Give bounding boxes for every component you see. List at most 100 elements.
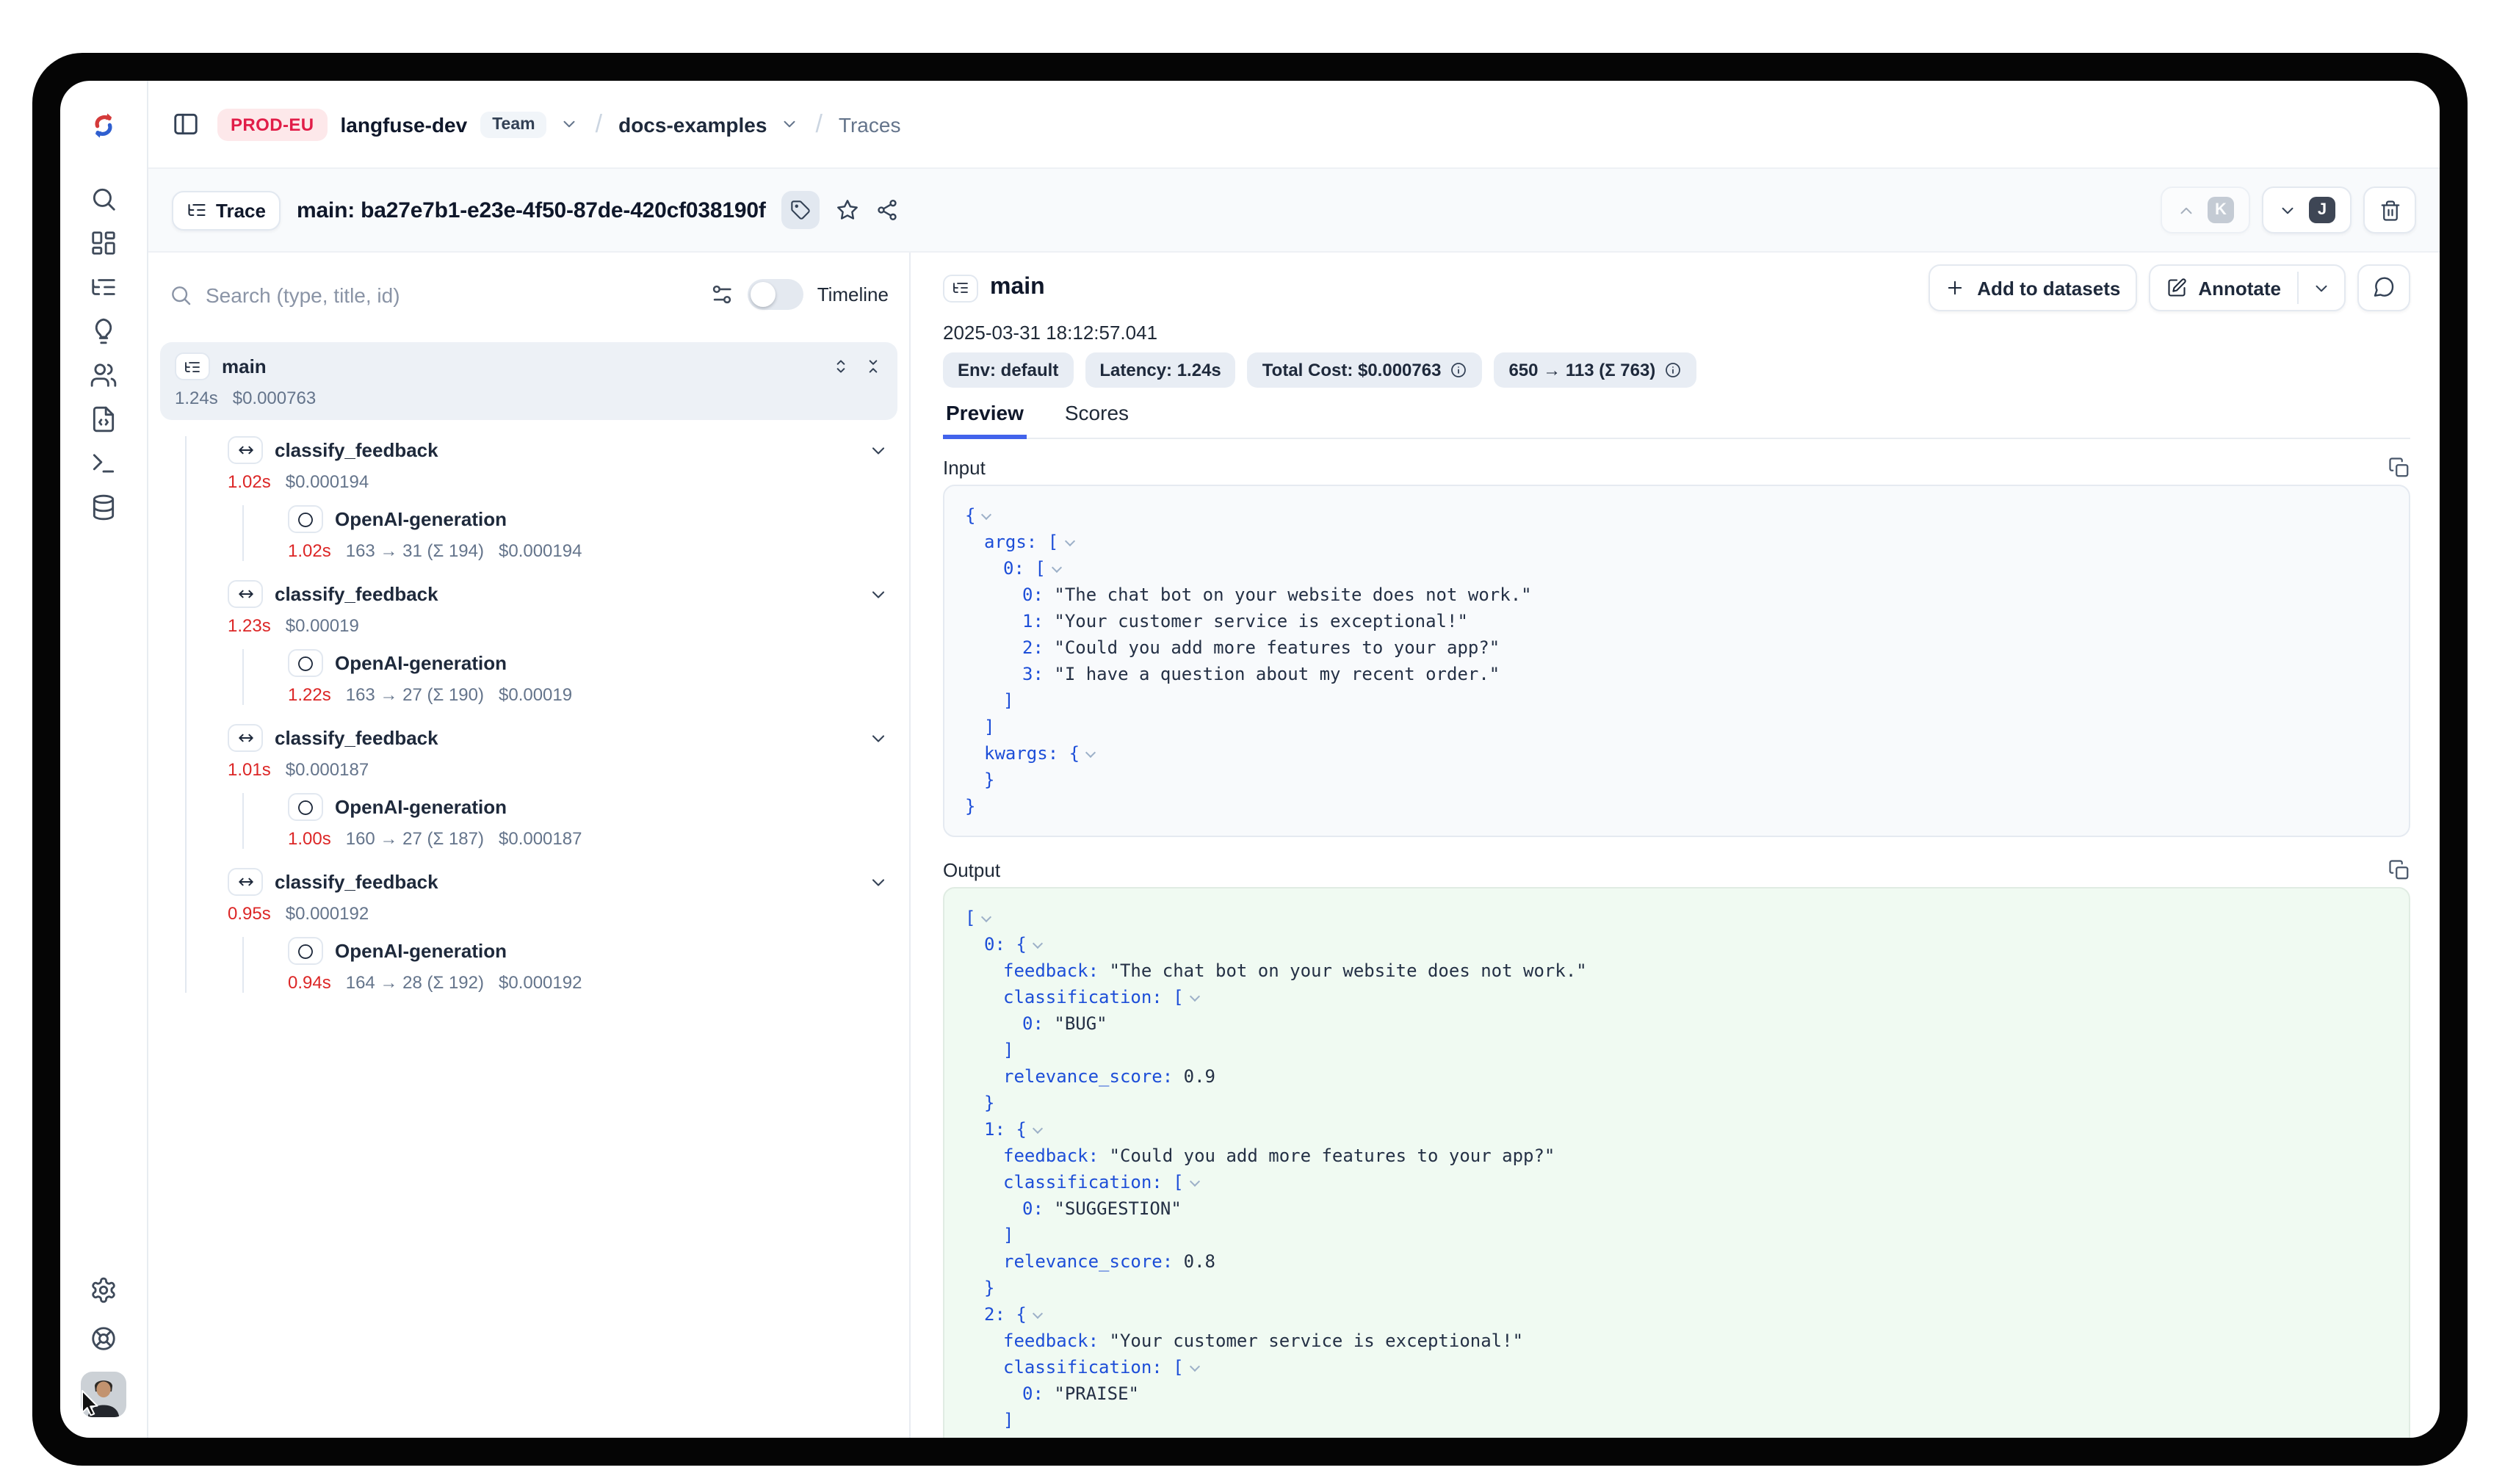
copy-input-icon[interactable] (2388, 457, 2410, 479)
generation-meta: 1.00s160 → 27 (Σ 187)$0.000187 (288, 828, 897, 849)
token-usage-badge[interactable]: 650 → 113 (Σ 763) (1494, 352, 1696, 388)
tag-icon[interactable] (782, 191, 820, 229)
json-line: 1: "Your customer service is exceptional… (965, 608, 2388, 634)
span-row[interactable]: classify_feedback (228, 436, 897, 464)
json-line: ] (965, 1037, 2388, 1063)
comments-button[interactable] (2357, 264, 2410, 311)
search-nav-icon[interactable] (89, 184, 118, 213)
collapse-all-icon[interactable] (864, 357, 883, 376)
project-selector-chevron-icon[interactable] (780, 115, 799, 134)
generation-row[interactable]: OpenAI-generation (288, 649, 897, 677)
search-input[interactable] (206, 283, 697, 306)
datasets-icon[interactable] (89, 492, 118, 521)
json-line: classification: [ (965, 984, 2388, 1010)
generation-name: OpenAI-generation (335, 508, 507, 530)
breadcrumb-page[interactable]: Traces (839, 112, 901, 136)
view-settings-icon[interactable] (710, 282, 735, 307)
collapse-span-chevron-icon[interactable] (868, 872, 889, 892)
sidebar-toggle-icon[interactable] (172, 110, 200, 138)
generation-row[interactable]: OpenAI-generation (288, 793, 897, 821)
copy-output-icon[interactable] (2388, 859, 2410, 881)
json-line: 2: { (965, 1301, 2388, 1328)
org-name[interactable]: langfuse-dev (341, 112, 468, 136)
annotate-dropdown-chevron-icon[interactable] (2299, 266, 2344, 310)
openai-icon (288, 505, 323, 533)
share-icon[interactable] (876, 198, 900, 222)
json-collapse-icon[interactable] (1085, 748, 1096, 758)
collapse-span-chevron-icon[interactable] (868, 728, 889, 748)
generation-name: OpenAI-generation (335, 940, 507, 962)
json-collapse-icon[interactable] (1052, 562, 1062, 573)
json-line: 2: "Could you add more features to your … (965, 634, 2388, 661)
timeline-toggle[interactable] (748, 279, 804, 310)
annotate-button[interactable]: Annotate (2148, 264, 2346, 311)
generation-meta: 1.02s163 → 31 (Σ 194)$0.000194 (288, 540, 897, 561)
json-line: { (965, 502, 2388, 529)
star-icon[interactable] (836, 198, 860, 222)
generation-name: OpenAI-generation (335, 796, 507, 818)
trace-type-icon (175, 352, 210, 380)
langfuse-app: PROD-EU langfuse-dev Team / docs-example… (60, 81, 2440, 1438)
info-icon (1664, 361, 1682, 379)
langfuse-logo[interactable] (88, 81, 119, 169)
generation-row[interactable]: OpenAI-generation (288, 505, 897, 533)
delete-trace-button[interactable] (2363, 187, 2416, 234)
generation-row[interactable]: OpenAI-generation (288, 937, 897, 965)
settings-gear-icon[interactable] (89, 1275, 118, 1304)
total-cost-badge[interactable]: Total Cost: $0.000763 (1248, 352, 1483, 388)
json-collapse-icon[interactable] (1190, 1176, 1200, 1187)
dashboard-icon[interactable] (89, 228, 118, 257)
collapse-span-chevron-icon[interactable] (868, 440, 889, 460)
tab-preview[interactable]: Preview (943, 397, 1027, 438)
span-row[interactable]: classify_feedback (228, 724, 897, 752)
detail-header: main Add to datasets A (943, 264, 2410, 311)
json-line: ] (965, 1407, 2388, 1433)
traces-icon[interactable] (89, 272, 118, 301)
tab-scores[interactable]: Scores (1062, 397, 1132, 438)
json-collapse-icon[interactable] (1033, 1309, 1043, 1319)
add-to-datasets-button[interactable]: Add to datasets (1929, 264, 2136, 311)
project-name[interactable]: docs-examples (618, 112, 767, 136)
observation-tree-panel: Timeline main (148, 253, 911, 1438)
span-meta: 1.02s$0.000194 (228, 471, 897, 492)
json-line: relevance_score: 0.9 (965, 1433, 2388, 1438)
json-collapse-icon[interactable] (981, 912, 991, 922)
json-line: feedback: "Could you add more features t… (965, 1143, 2388, 1169)
json-collapse-icon[interactable] (1064, 536, 1074, 546)
prev-trace-button[interactable]: K (2161, 187, 2250, 234)
trace-root-row[interactable]: main 1.24s $0.000763 (160, 342, 897, 420)
expand-all-icon[interactable] (831, 357, 850, 376)
evals-lightbulb-icon[interactable] (89, 316, 118, 345)
collapse-span-chevron-icon[interactable] (868, 584, 889, 604)
info-icon (1450, 361, 1467, 379)
next-trace-button[interactable]: J (2262, 187, 2352, 234)
json-collapse-icon[interactable] (1033, 938, 1043, 949)
prompts-icon[interactable] (89, 404, 118, 433)
env-badge: Env: default (943, 352, 1073, 388)
json-line: 0: { (965, 931, 2388, 958)
detail-tabs: Preview Scores (943, 397, 2410, 439)
json-collapse-icon[interactable] (981, 510, 991, 520)
playground-terminal-icon[interactable] (89, 448, 118, 477)
json-collapse-icon[interactable] (1033, 1123, 1043, 1134)
generation-group: OpenAI-generation 1.00s160 → 27 (Σ 187)$0… (242, 793, 897, 849)
json-collapse-icon[interactable] (1190, 991, 1200, 1002)
json-line: } (965, 793, 2388, 819)
support-lifebuoy-icon[interactable] (89, 1323, 118, 1353)
generation-group: OpenAI-generation0.94s164 → 28 (Σ 192)$0… (242, 937, 897, 993)
json-line: 0: "The chat bot on your website does no… (965, 582, 2388, 608)
edit-icon (2166, 278, 2186, 298)
span-meta: 1.01s$0.000187 (228, 759, 897, 780)
span-group: classify_feedback 1.02s$0.000194 OpenAI-ge… (187, 436, 897, 561)
span-type-icon (228, 436, 263, 464)
org-selector-chevron-icon[interactable] (560, 115, 579, 134)
generation-group: OpenAI-generation1.22s163 → 27 (Σ 190)$0… (242, 649, 897, 705)
span-row[interactable]: classify_feedback (228, 580, 897, 608)
span-row[interactable]: classify_feedback (228, 868, 897, 896)
users-icon[interactable] (89, 360, 118, 389)
json-line: } (965, 767, 2388, 793)
json-line: 0: "SUGGESTION" (965, 1195, 2388, 1222)
generation-name: OpenAI-generation (335, 652, 507, 674)
json-collapse-icon[interactable] (1190, 1361, 1200, 1372)
openai-icon (288, 793, 323, 821)
